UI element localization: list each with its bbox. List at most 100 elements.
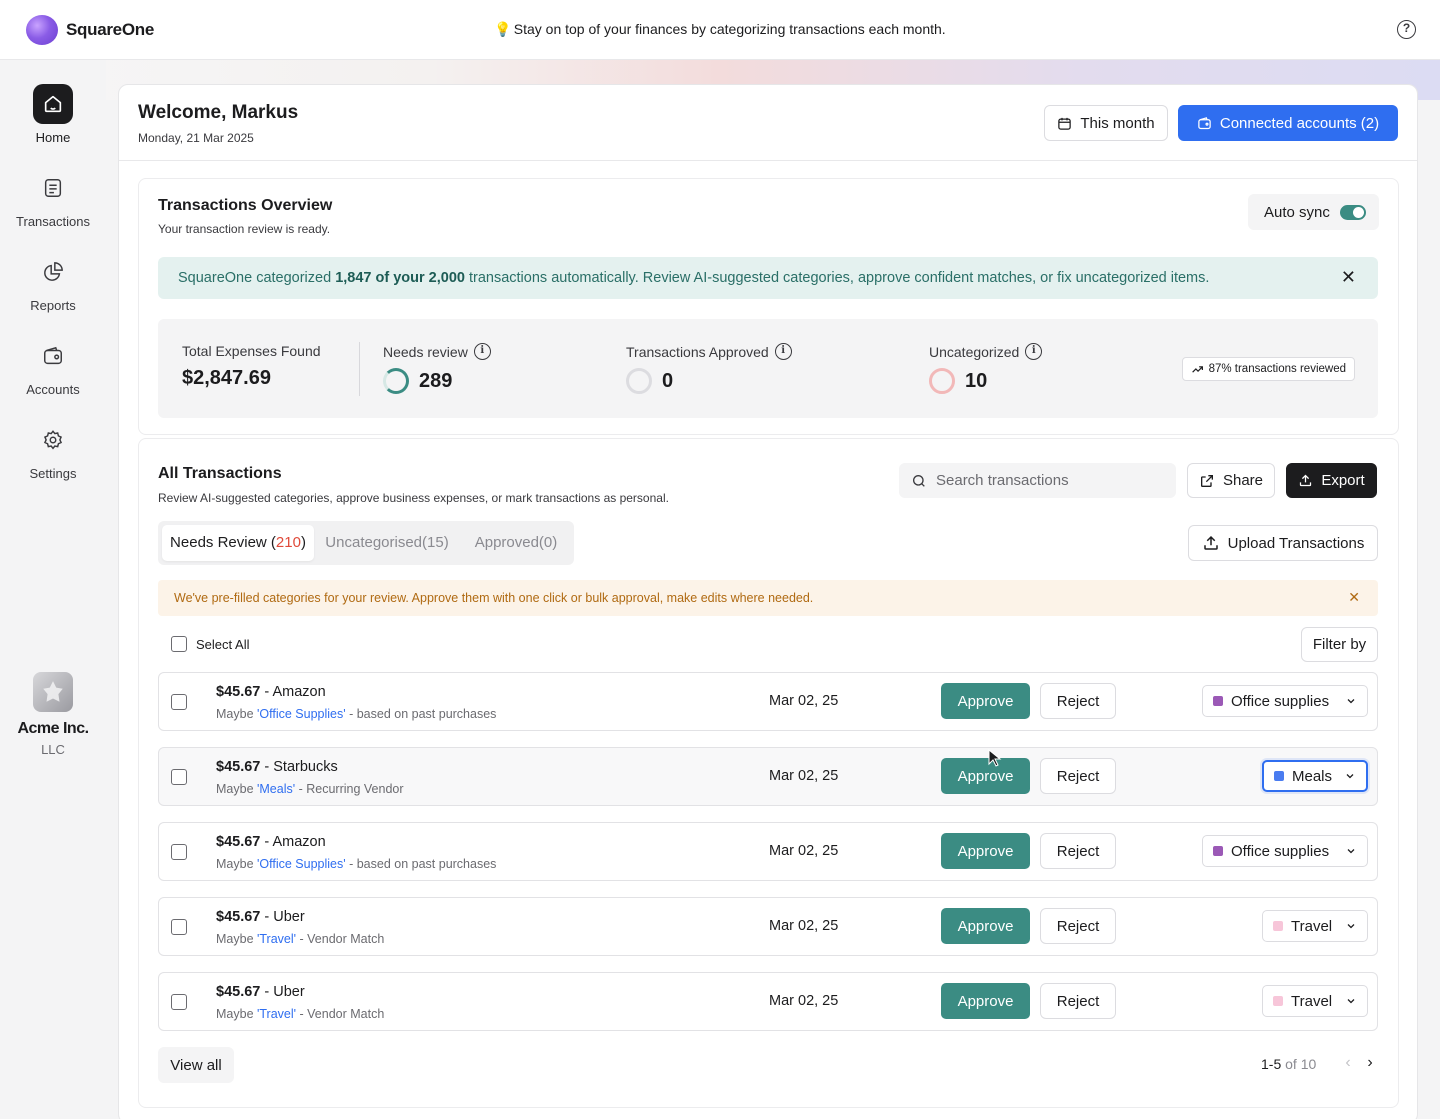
next-page-icon[interactable]: › [1359, 1052, 1381, 1074]
company-switcher[interactable]: Acme Inc. LLC [0, 672, 106, 757]
reject-button[interactable]: Reject [1040, 758, 1116, 794]
transaction-row[interactable]: $45.67 - Uber Maybe 'Travel' - Vendor Ma… [158, 897, 1378, 956]
category-swatch [1213, 846, 1223, 856]
help-icon[interactable]: ? [1397, 20, 1416, 39]
period-label: This month [1080, 114, 1155, 132]
upload-icon [1300, 474, 1312, 487]
progress-ring [383, 368, 409, 394]
tab-needs-review[interactable]: Needs Review (210) [162, 525, 314, 561]
category-dropdown[interactable]: Office supplies [1202, 685, 1368, 717]
ai-categorization-banner: SquareOne categorized 1,847 of your 2,00… [158, 257, 1378, 299]
share-button[interactable]: Share [1187, 463, 1275, 498]
reviewed-badge-text: 87% transactions reviewed [1208, 363, 1346, 375]
stat-label: Transactions Approved [626, 343, 769, 360]
reject-button[interactable]: Reject [1040, 908, 1116, 944]
upload-transactions-button[interactable]: Upload Transactions [1188, 525, 1378, 561]
category-dropdown[interactable]: Office supplies [1202, 835, 1368, 867]
view-all-button[interactable]: View all [158, 1047, 234, 1083]
review-tabs: Needs Review (210) Uncategorised(15) App… [158, 521, 574, 565]
row-date: Mar 02, 25 [769, 993, 839, 1009]
category-dropdown[interactable]: Meals [1262, 760, 1368, 792]
reject-button[interactable]: Reject [1040, 683, 1116, 719]
hint-prefix: Maybe [216, 932, 257, 946]
share-label: Share [1222, 472, 1264, 489]
search-input[interactable]: Search transactions [899, 463, 1176, 498]
period-button[interactable]: This month [1044, 105, 1168, 141]
hint-prefix: Maybe [216, 1007, 257, 1021]
stat-value-row: 10 [929, 368, 1042, 394]
sidebar: Home Transactions Reports Accounts Setti… [0, 60, 106, 1119]
sidebar-item-home[interactable]: Home [0, 84, 106, 145]
row-vendor: - Amazon [260, 834, 326, 850]
row-hint: Maybe 'Office Supplies' - based on past … [216, 707, 496, 721]
category-dropdown[interactable]: Travel [1262, 985, 1368, 1017]
hint-reason: - based on past purchases [345, 707, 497, 721]
sidebar-item-reports[interactable]: Reports [0, 252, 106, 313]
tab-uncategorised[interactable]: Uncategorised(15) [322, 525, 452, 561]
close-icon[interactable]: ✕ [1348, 590, 1360, 604]
sidebar-item-settings[interactable]: Settings [0, 420, 106, 481]
chevron-down-icon [1347, 699, 1355, 704]
stat-label-row: Transactions Approved i [626, 343, 792, 360]
transaction-row[interactable]: $45.67 - Starbucks Maybe 'Meals' - Recur… [158, 747, 1378, 806]
suggested-category: 'Office Supplies' [257, 857, 346, 871]
share-icon [1200, 474, 1213, 487]
upload-icon [1203, 535, 1218, 550]
approve-button[interactable]: Approve [941, 908, 1030, 944]
previous-page-icon[interactable]: ‹ [1337, 1052, 1359, 1074]
row-hint: Maybe 'Office Supplies' - based on past … [216, 857, 496, 871]
select-all-checkbox[interactable] [171, 636, 187, 652]
row-checkbox[interactable] [171, 769, 187, 785]
main-panel: Welcome, Markus Monday, 21 Mar 2025 This… [118, 84, 1418, 1119]
approve-button[interactable]: Approve [941, 758, 1030, 794]
stat-value: 289 [419, 369, 453, 392]
suggested-category: 'Meals' [257, 782, 296, 796]
sidebar-item-accounts[interactable]: Accounts [0, 336, 106, 397]
transaction-row[interactable]: $45.67 - Amazon Maybe 'Office Supplies' … [158, 822, 1378, 881]
mouse-cursor-icon [988, 749, 1002, 767]
search-placeholder: Search transactions [936, 472, 1069, 489]
category-value: Meals [1292, 767, 1333, 785]
row-checkbox[interactable] [171, 694, 187, 710]
transactions-overview-card: Transactions Overview Your transaction r… [138, 178, 1399, 435]
reject-button[interactable]: Reject [1040, 983, 1116, 1019]
info-icon[interactable]: i [473, 343, 491, 360]
all-transactions-card: All Transactions Review AI-suggested cat… [138, 438, 1399, 1108]
hint-prefix: Maybe [216, 707, 257, 721]
category-value: Travel [1291, 992, 1333, 1010]
auto-sync-control: Auto sync [1248, 194, 1379, 230]
gear-icon [33, 420, 73, 460]
auto-sync-toggle[interactable] [1339, 204, 1366, 220]
chevron-down-icon [1347, 999, 1355, 1004]
connected-accounts-button[interactable]: Connected accounts (2) [1178, 105, 1398, 141]
pie-chart-icon [33, 252, 73, 292]
filter-button[interactable]: Filter by [1301, 627, 1378, 662]
stat-value: $2,847.69 [182, 367, 271, 389]
stat-value-row: 0 [626, 368, 792, 394]
sidebar-item-label: Home [35, 130, 71, 145]
transaction-row[interactable]: $45.67 - Amazon Maybe 'Office Supplies' … [158, 672, 1378, 731]
category-swatch [1273, 921, 1283, 931]
stat-label: Needs review [383, 343, 468, 360]
transaction-row[interactable]: $45.67 - Uber Maybe 'Travel' - Vendor Ma… [158, 972, 1378, 1031]
row-vendor: - Starbucks [260, 759, 338, 775]
category-dropdown[interactable]: Travel [1262, 910, 1368, 942]
info-icon[interactable]: i [1025, 343, 1043, 360]
row-checkbox[interactable] [171, 844, 187, 860]
close-icon[interactable]: ✕ [1341, 268, 1356, 286]
document-icon [33, 168, 73, 208]
approve-button[interactable]: Approve [941, 833, 1030, 869]
reject-button[interactable]: Reject [1040, 833, 1116, 869]
wallet-icon [1198, 116, 1211, 129]
approve-button[interactable]: Approve [941, 983, 1030, 1019]
sidebar-item-transactions[interactable]: Transactions [0, 168, 106, 229]
row-checkbox[interactable] [171, 994, 187, 1010]
stat-uncategorized: Uncategorized i 10 [929, 343, 1043, 394]
tab-approved[interactable]: Approved(0) [466, 525, 566, 561]
approve-button[interactable]: Approve [941, 683, 1030, 719]
row-checkbox[interactable] [171, 919, 187, 935]
info-icon[interactable]: i [774, 343, 792, 360]
row-date: Mar 02, 25 [769, 768, 839, 784]
row-amount: $45.67 [216, 759, 261, 775]
export-button[interactable]: Export [1286, 463, 1377, 498]
